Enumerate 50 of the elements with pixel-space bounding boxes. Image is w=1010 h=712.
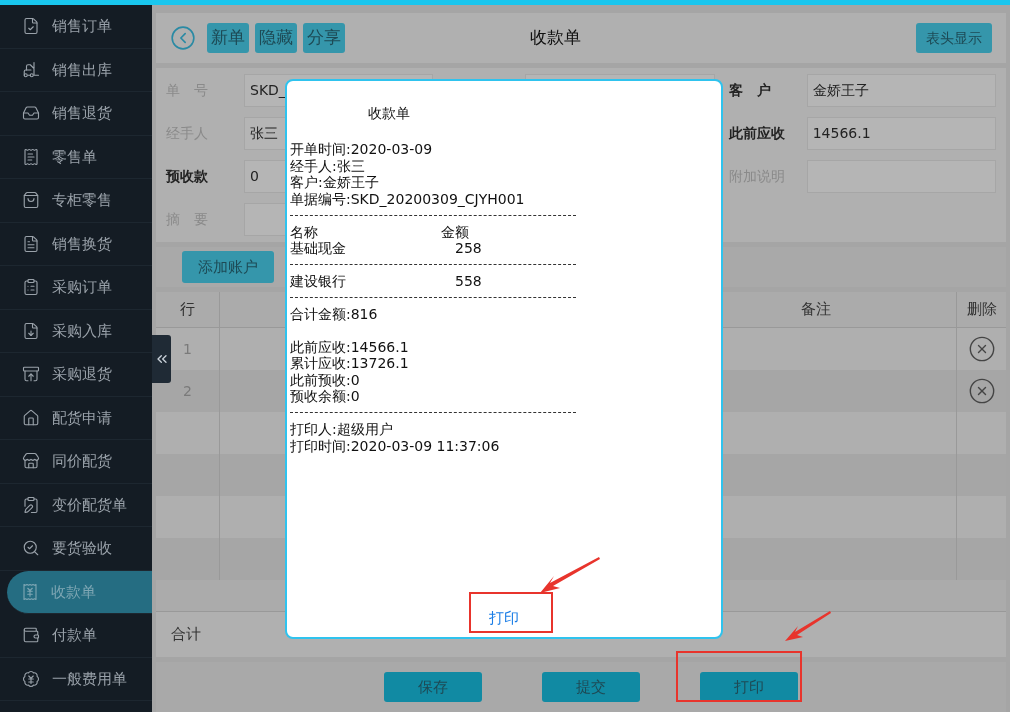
receipt-title: 收款单 — [368, 105, 410, 121]
page-title: 收款单 — [530, 26, 581, 50]
arrow-icon — [538, 556, 600, 594]
receipt-line: 经手人:张三 — [290, 157, 365, 174]
receipt-amount: 558 — [455, 273, 482, 290]
receipt-line: 此前应收:14566.1 — [290, 338, 409, 355]
receipt-line: 打印人:超级用户 — [290, 421, 393, 437]
file-download-icon — [22, 321, 40, 340]
receipt-column-head: 金额 — [441, 223, 469, 240]
receipt-line: 单据编号:SKD_20200309_CJYH001 — [290, 190, 525, 207]
receipt-line: 此前预收:0 — [290, 371, 360, 388]
delete-icon[interactable] — [967, 335, 996, 363]
wallet-icon — [22, 626, 40, 645]
yen-receipt-icon — [21, 582, 39, 601]
receipt-line: 打印时间:2020-03-09 11:37:06 — [290, 437, 500, 454]
receipt-icon — [22, 147, 40, 166]
receipt-account: 基础现金 — [290, 240, 347, 257]
clipboard-icon — [22, 495, 40, 514]
total-label: 合计 — [171, 624, 201, 646]
receipt-amount: 258 — [455, 240, 482, 257]
column-header: 行 — [180, 299, 195, 321]
yen-icon — [22, 669, 40, 688]
field-label: 客 户 — [728, 81, 772, 100]
receipt-line: 合计金额:816 — [290, 306, 378, 322]
receipt-line: 累计应收:13726.1 — [290, 355, 409, 371]
receipt-line: 客户:金娇王子 — [290, 174, 379, 190]
column-header: 备注 — [801, 299, 831, 321]
receipt-line: 预收余额:0 — [290, 388, 360, 404]
field-label: 此前应收 — [728, 124, 786, 143]
sidebar-collapse-tab[interactable] — [152, 335, 171, 383]
field-label: 预收款 — [166, 167, 209, 186]
receipt-line: 开单时间:2020-03-09 — [290, 141, 433, 157]
forklift-icon — [22, 60, 40, 79]
receipt-column-head: 名称 — [290, 223, 319, 240]
search-icon — [22, 539, 40, 558]
tray-icon — [22, 365, 40, 384]
receipt-account: 建设银行 — [290, 273, 347, 290]
file-check-icon — [22, 17, 40, 36]
store-icon — [22, 452, 40, 471]
document-icon — [22, 234, 40, 253]
column-header: 删除 — [966, 299, 997, 321]
bag-icon — [22, 191, 40, 210]
input-field[interactable]: 14566.1 — [806, 117, 996, 150]
delete-icon[interactable] — [967, 377, 996, 405]
print-link[interactable]: 打印 — [487, 606, 521, 629]
inbox-icon — [22, 104, 40, 123]
clipboard-icon — [22, 278, 40, 297]
house-icon — [22, 408, 40, 427]
input-field[interactable]: 金娇王子 — [806, 74, 996, 107]
arrow-icon — [783, 610, 831, 642]
